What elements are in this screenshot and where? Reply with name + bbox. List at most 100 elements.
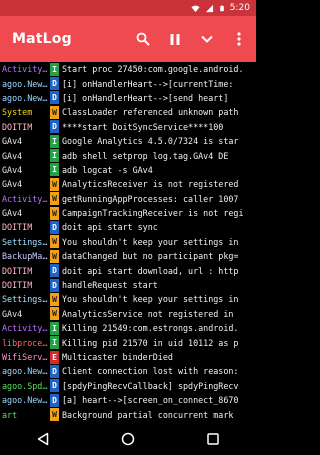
chevron-down-icon [201, 35, 213, 43]
log-message: You shouldn't keep your settings in [62, 236, 239, 247]
status-bar: 5:20 [0, 0, 256, 16]
home-button[interactable] [113, 424, 143, 454]
log-message: getRunningAppProcesses: caller 1007 [62, 193, 239, 204]
log-row[interactable]: GAv4 W CampaignTrackingReceiver is not reg… [0, 206, 256, 220]
log-row[interactable]: GAv4 W AnalyticsReceiver is not registered [0, 177, 256, 191]
log-tag: GAv4 [2, 308, 23, 319]
status-time: 5:20 [229, 3, 250, 13]
log-tag: DOITIM [2, 222, 33, 233]
log-list[interactable]: Activity… I Start proc 27450:com.google.an… [0, 62, 256, 422]
log-tag: agoo.New… [2, 366, 48, 377]
log-message: AnalyticsReceiver is not registered [62, 179, 239, 190]
log-tag: DOITIM [2, 280, 33, 291]
log-row[interactable]: WifiServ… E Multicaster binderDied [0, 350, 256, 364]
log-tag: GAv4 [2, 208, 23, 219]
log-row[interactable]: System W ClassLoader referenced unknown pa… [0, 105, 256, 119]
log-message: Killing pid 21570 in uid 10112 as p [62, 337, 239, 348]
log-level-badge: I [50, 321, 59, 335]
log-tag: System [2, 107, 33, 118]
log-level-badge: W [50, 307, 59, 321]
log-row[interactable]: GAv4 I Google Analytics 4.5.0/7324 is star [0, 134, 256, 148]
log-message: ****start DoitSyncService****100 [62, 121, 224, 132]
log-tag: Settings… [2, 236, 48, 247]
log-row[interactable]: agoo.New… D Client connection lost with re… [0, 364, 256, 378]
log-tag: Activity… [2, 64, 48, 75]
log-row[interactable]: Settings… W You shouldn't keep your settin… [0, 235, 256, 249]
log-level-badge: D [50, 220, 59, 234]
log-level-badge: W [50, 105, 59, 119]
log-message: Google Analytics 4.5.0/7324 is star [62, 136, 239, 147]
log-message: Client connection lost with reason: [62, 366, 239, 377]
log-row[interactable]: DOITIM D ****start DoitSyncService****100 [0, 120, 256, 134]
log-level-badge: D [50, 77, 59, 91]
log-row[interactable]: Activity… I Killing 21549:com.estrongs.and… [0, 321, 256, 335]
log-message: doit api start download, url : http [62, 265, 239, 276]
log-message: ClassLoader referenced unknown path [62, 107, 239, 118]
log-level-badge: I [50, 336, 59, 350]
log-row[interactable]: agoo.New… D [i] onHandlerHeart-->[currentT… [0, 76, 256, 91]
recents-icon [207, 432, 220, 445]
log-level-badge: W [50, 249, 59, 263]
log-row[interactable]: libprocе… I Killing pid 21570 in uid 10112… [0, 335, 256, 350]
log-level-badge: I [50, 134, 59, 148]
log-tag: DOITIM [2, 121, 33, 132]
log-row[interactable]: GAv4 W AnalyticsService not registered in [0, 307, 256, 321]
log-tag: art [2, 409, 18, 420]
recents-button[interactable] [198, 424, 228, 454]
log-message: You shouldn't keep your settings in [62, 294, 239, 305]
log-level-badge: I [50, 163, 59, 177]
log-tag: DOITIM [2, 265, 33, 276]
app-title: MatLog [12, 31, 72, 47]
log-tag: agoo.Spd… [2, 380, 48, 391]
app-bar: MatLog [0, 16, 256, 62]
log-tag: GAv4 [2, 164, 23, 175]
log-message: AnalyticsService not registered in [62, 308, 234, 319]
search-button[interactable] [130, 26, 156, 52]
log-level-badge: D [50, 264, 59, 278]
log-level-badge: D [50, 379, 59, 393]
back-button[interactable] [28, 424, 58, 454]
home-icon [121, 432, 135, 445]
log-row[interactable]: DOITIM Ddoit api start sync [0, 220, 256, 234]
log-level-badge: W [50, 206, 59, 220]
log-tag: WifiServ… [2, 352, 48, 362]
log-tag: Settings… [2, 294, 48, 305]
log-tag: agoo.New… [2, 395, 48, 406]
pause-button[interactable] [162, 26, 188, 52]
log-row[interactable]: DOITIM DhandleRequest start [0, 278, 256, 292]
log-level-badge: I [50, 62, 59, 76]
signal-icon [205, 4, 213, 12]
log-tag: agoo.New… [2, 92, 48, 103]
log-row[interactable]: GAv4 I adb logcat -s GAv4 [0, 163, 256, 177]
log-tag: Activity… [2, 323, 48, 334]
log-message: [i] onHandlerHeart-->[currentTime: [62, 78, 234, 89]
log-message: Multicaster binderDied [62, 352, 173, 362]
log-message: adb shell setprop log.tag.GAv4 DE [62, 150, 229, 161]
log-level-badge: I [50, 149, 59, 163]
log-message: [i] onHandlerHeart-->[send heart] [62, 92, 229, 103]
log-row[interactable]: agoo.New… D [a] heart-->[screen_on_connect… [0, 393, 256, 407]
log-tag: agoo.New… [2, 78, 48, 89]
log-row[interactable]: GAv4 I adb shell setprop log.tag.GAv4 DE [0, 148, 256, 163]
log-tag: GAv4 [2, 150, 23, 161]
log-row[interactable]: Activity… I Start proc 27450:com.google.an… [0, 62, 256, 76]
log-row[interactable]: DOITIM Ddoit api start download, url : ht… [0, 263, 256, 278]
log-tag: BackupMa… [2, 251, 48, 262]
search-icon [136, 32, 150, 46]
log-row[interactable]: Activity… WgetRunningAppProcesses: caller… [0, 192, 256, 206]
overflow-menu-button[interactable] [226, 26, 252, 52]
log-level-badge: W [50, 235, 59, 249]
log-row[interactable]: BackupMa… WdataChanged but no participant… [0, 249, 256, 263]
log-level-badge: E [50, 350, 59, 364]
log-level-badge: D [50, 120, 59, 134]
log-level-badge: W [50, 192, 59, 206]
expand-button[interactable] [194, 26, 220, 52]
log-message: Killing 21549:com.estrongs.android. [62, 323, 239, 334]
log-row[interactable]: agoo.New… D [i] onHandlerHeart-->[send hea… [0, 91, 256, 105]
log-row[interactable]: Settings… W You shouldn't keep your settin… [0, 292, 256, 306]
log-level-badge: D [50, 364, 59, 378]
log-row[interactable]: agoo.Spd… D [spdyPingRecvCallback] spdyPin… [0, 379, 256, 393]
log-message: [a] heart-->[screen_on_connect_8670 [62, 395, 239, 406]
log-row[interactable]: art W Background partial concurrent mark [0, 407, 256, 422]
log-level-badge: D [50, 278, 59, 292]
